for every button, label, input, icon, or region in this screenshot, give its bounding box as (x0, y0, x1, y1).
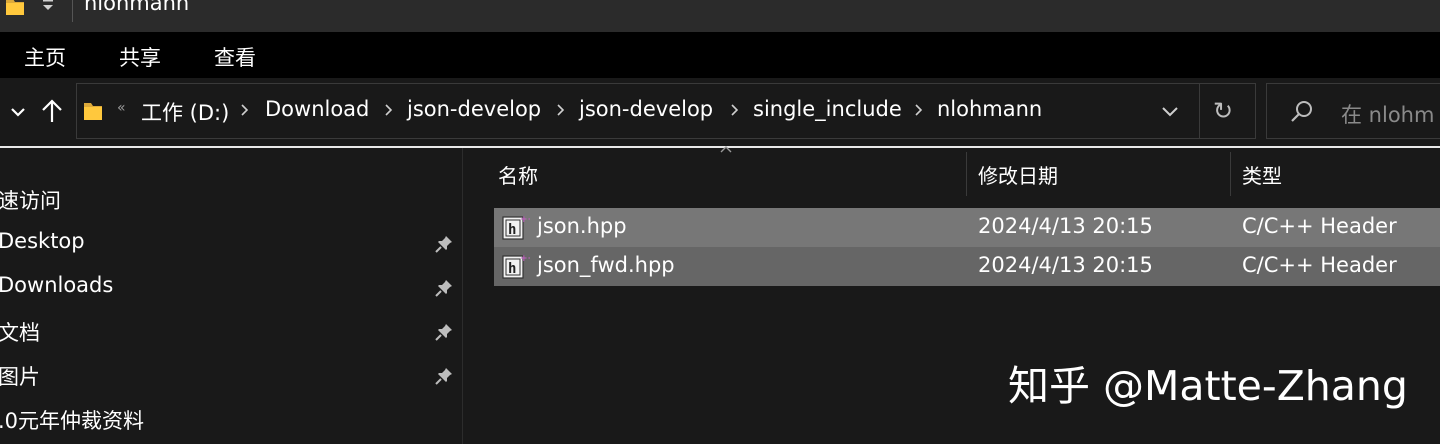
sidebar-item-label: 图片 (0, 365, 40, 389)
breadcrumb-download[interactable]: Download (265, 97, 369, 121)
refresh-icon[interactable]: ↻ (1213, 97, 1233, 125)
sidebar-item-label: Desktop (0, 229, 85, 253)
breadcrumb-overflow[interactable]: « (117, 100, 126, 116)
breadcrumb-drive[interactable]: 工作 (D:) (141, 97, 229, 127)
title-bar: nlohmann (0, 0, 1440, 32)
folder-icon (6, 0, 24, 15)
search-input[interactable]: 在 nlohm (1341, 99, 1434, 129)
column-resizer[interactable] (966, 152, 967, 196)
table-row[interactable]: h ++ json.hpp 2024/4/13 20:15 C/C++ Head… (494, 208, 1440, 247)
chevron-right-icon[interactable] (383, 102, 395, 118)
sidebar-item-downloads[interactable]: Downloads (0, 268, 462, 308)
address-bar[interactable]: « 工作 (D:) Download json-develop json-dev… (76, 83, 1256, 139)
tab-view[interactable]: 查看 (214, 42, 256, 72)
pin-icon[interactable] (434, 322, 454, 342)
file-modified: 2024/4/13 20:15 (978, 253, 1153, 277)
column-header-date[interactable]: 修改日期 (978, 160, 1058, 189)
file-name[interactable]: json.hpp (537, 214, 627, 238)
pin-icon[interactable] (434, 366, 454, 386)
sort-ascending-icon (720, 146, 732, 153)
watermark: 知乎 @Matte-Zhang (1008, 362, 1408, 410)
chevron-right-icon[interactable] (239, 102, 251, 118)
chevron-right-icon[interactable] (913, 102, 925, 118)
tab-share[interactable]: 共享 (119, 42, 161, 72)
sidebar-item-quick-access[interactable]: 速访问 (0, 180, 462, 220)
sidebar-item-desktop[interactable]: Desktop (0, 224, 462, 264)
cpp-header-file-icon: h ++ (502, 254, 530, 279)
sidebar-item-folder[interactable]: .0元年仲裁资料 (0, 400, 462, 440)
pin-icon[interactable] (434, 278, 454, 298)
up-arrow-icon[interactable] (38, 96, 66, 128)
file-type: C/C++ Header (1242, 214, 1397, 238)
window-title: nlohmann (84, 0, 190, 15)
table-row[interactable]: h ++ json_fwd.hpp 2024/4/13 20:15 C/C++ … (494, 247, 1440, 286)
file-name[interactable]: json_fwd.hpp (537, 253, 675, 277)
cpp-header-file-icon: h ++ (502, 215, 530, 240)
search-icon (1291, 101, 1312, 122)
sidebar-item-label: .0元年仲裁资料 (0, 409, 145, 433)
search-box[interactable]: 在 nlohm (1266, 83, 1440, 139)
pin-icon[interactable] (434, 234, 454, 254)
navigation-pane: 速访问 Desktop Downloads 文档 图片 .0元年仲裁资料 (0, 148, 462, 444)
ribbon: 主页 共享 查看 (0, 32, 1440, 78)
recent-locations-chevron-icon[interactable] (4, 96, 32, 128)
chevron-right-icon[interactable] (729, 102, 741, 118)
column-header-name[interactable]: 名称 (498, 160, 538, 189)
svg-text:h: h (508, 222, 516, 238)
address-divider (1199, 84, 1200, 138)
sidebar-item-documents[interactable]: 文档 (0, 312, 462, 352)
column-resizer[interactable] (1230, 152, 1231, 196)
breadcrumb-single-include[interactable]: single_include (753, 97, 902, 121)
breadcrumb-json-develop-inner[interactable]: json-develop (579, 97, 713, 121)
breadcrumb-nlohmann[interactable]: nlohmann (937, 97, 1042, 121)
folder-icon (84, 103, 102, 120)
address-history-dropdown-icon[interactable] (1159, 102, 1181, 120)
title-separator (72, 0, 73, 22)
file-type: C/C++ Header (1242, 253, 1397, 277)
sidebar-item-label: 速访问 (0, 189, 61, 213)
svg-text:++: ++ (520, 215, 530, 225)
svg-text:++: ++ (520, 254, 530, 264)
sidebar-item-label: Downloads (0, 273, 114, 297)
file-modified: 2024/4/13 20:15 (978, 214, 1153, 238)
sidebar-item-label: 文档 (0, 321, 40, 345)
quick-access-dropdown-icon[interactable] (40, 0, 56, 16)
tab-home[interactable]: 主页 (24, 42, 66, 72)
chevron-right-icon[interactable] (555, 102, 567, 118)
column-header-type[interactable]: 类型 (1242, 160, 1282, 189)
svg-text:h: h (508, 261, 516, 277)
breadcrumb-json-develop[interactable]: json-develop (407, 97, 541, 121)
navigation-bar: « 工作 (D:) Download json-develop json-dev… (0, 78, 1440, 146)
sidebar-item-pictures[interactable]: 图片 (0, 356, 462, 396)
